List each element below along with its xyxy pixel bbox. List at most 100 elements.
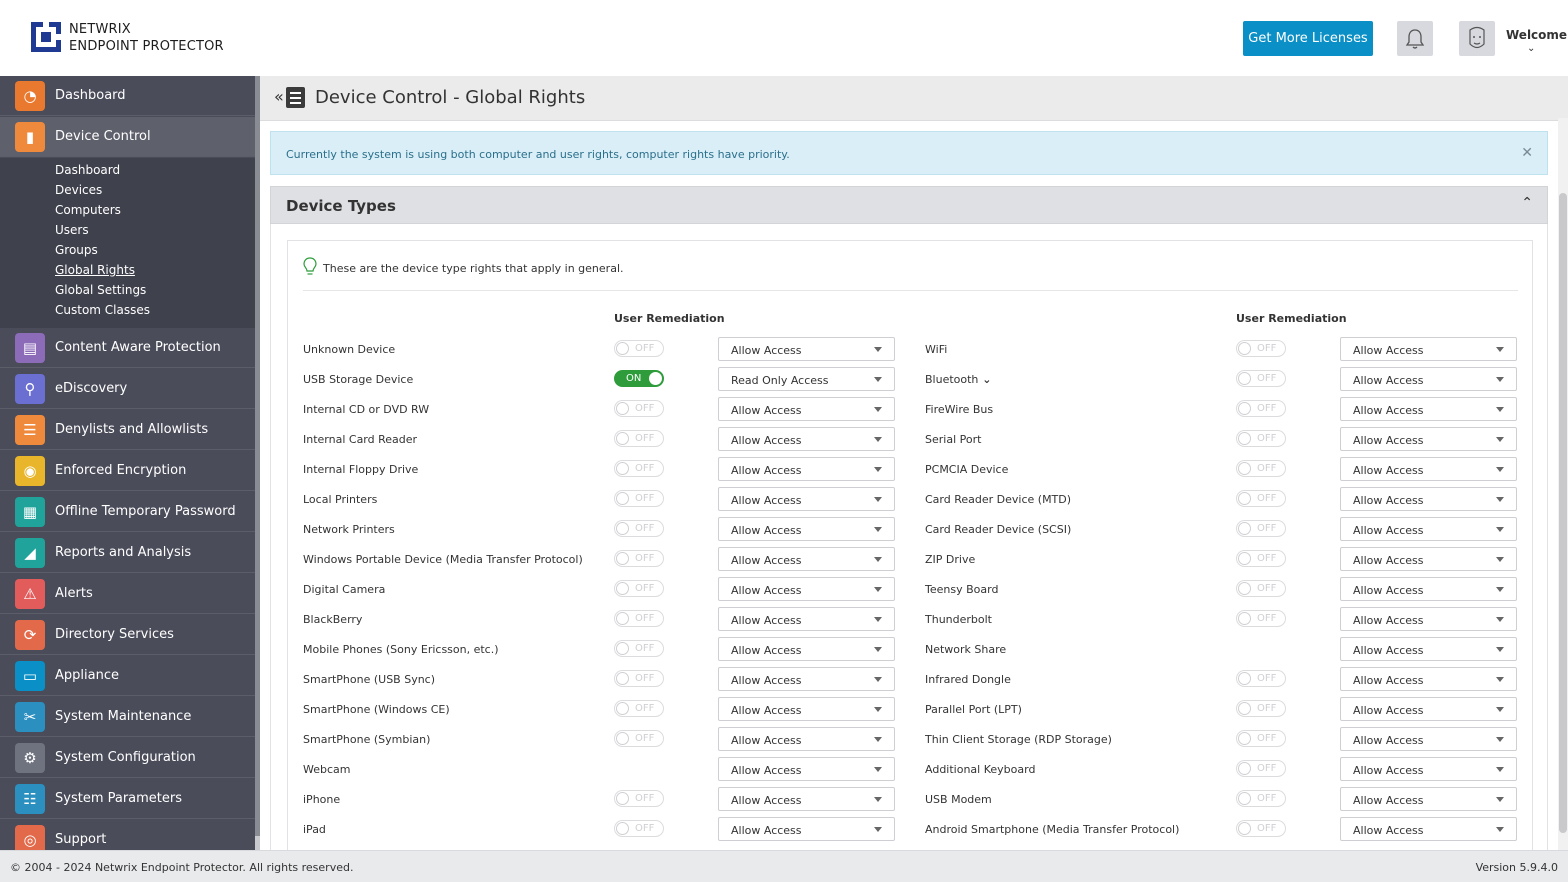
access-level-select[interactable]: Allow Access [718,487,895,511]
user-remediation-toggle[interactable]: OFF [1236,460,1286,477]
user-remediation-toggle[interactable]: OFF [1236,400,1286,417]
user-remediation-toggle[interactable]: OFF [614,790,664,807]
submenu-dashboard[interactable]: Dashboard [55,163,120,177]
user-remediation-toggle[interactable]: OFF [614,430,664,447]
user-remediation-toggle[interactable]: OFF [614,820,664,837]
chevron-down-icon[interactable]: ⌄ [978,373,991,386]
access-level-select[interactable]: Allow Access [718,397,895,421]
access-level-select[interactable]: Allow Access [1340,547,1517,571]
access-level-select[interactable]: Allow Access [1340,817,1517,841]
sidebar-item-ediscovery[interactable]: ⚲ eDiscovery [0,369,255,409]
access-level-select[interactable]: Allow Access [1340,727,1517,751]
sidebar-item-directory-services[interactable]: ⟳ Directory Services [0,615,255,655]
user-remediation-toggle[interactable]: OFF [1236,730,1286,747]
close-icon[interactable]: ✕ [1521,145,1533,161]
user-remediation-toggle[interactable]: OFF [1236,370,1286,387]
access-level-select[interactable]: Allow Access [1340,517,1517,541]
access-level-select[interactable]: Allow Access [718,427,895,451]
access-level-select[interactable]: Allow Access [1340,397,1517,421]
access-level-select[interactable]: Allow Access [718,457,895,481]
user-remediation-toggle[interactable]: OFF [1236,520,1286,537]
access-level-select[interactable]: Allow Access [1340,757,1517,781]
user-remediation-toggle[interactable]: OFF [614,520,664,537]
submenu-custom-classes[interactable]: Custom Classes [55,303,150,317]
access-level-select[interactable]: Allow Access [718,697,895,721]
access-level-select[interactable]: Allow Access [718,547,895,571]
submenu-computers[interactable]: Computers [55,203,121,217]
access-level-select[interactable]: Allow Access [1340,337,1517,361]
access-level-select[interactable]: Allow Access [718,817,895,841]
user-remediation-toggle[interactable]: OFF [1236,610,1286,627]
access-level-select[interactable]: Allow Access [718,577,895,601]
collapse-sidebar-icon[interactable]: « [274,87,284,106]
access-level-select[interactable]: Allow Access [1340,577,1517,601]
user-remediation-toggle[interactable]: OFF [614,550,664,567]
access-level-select[interactable]: Allow Access [1340,427,1517,451]
sidebar-item-reports-and-analysis[interactable]: ◢ Reports and Analysis [0,533,255,573]
access-level-select[interactable]: Allow Access [718,337,895,361]
submenu-users[interactable]: Users [55,223,89,237]
device-types-panel-header[interactable]: Device Types ⌃ [270,186,1548,224]
submenu-groups[interactable]: Groups [55,243,98,257]
submenu-devices[interactable]: Devices [55,183,102,197]
user-remediation-toggle[interactable]: OFF [614,580,664,597]
netwrix-logo[interactable] [31,22,61,52]
access-level-select[interactable]: Allow Access [1340,787,1517,811]
sidebar-item-appliance[interactable]: ▭ Appliance [0,656,255,696]
user-remediation-toggle[interactable]: ON [614,370,664,387]
sidebar-item-enforced-encryption[interactable]: ◉ Enforced Encryption [0,451,255,491]
sidebar-item-system-configuration[interactable]: ⚙ System Configuration [0,738,255,778]
user-remediation-toggle[interactable]: OFF [614,610,664,627]
sidebar-item-system-maintenance[interactable]: ✂ System Maintenance [0,697,255,737]
user-remediation-toggle[interactable]: OFF [1236,760,1286,777]
sidebar-item-alerts[interactable]: ⚠ Alerts [0,574,255,614]
welcome-menu[interactable]: Welcome [1506,28,1567,42]
user-remediation-toggle[interactable]: OFF [1236,430,1286,447]
access-level-select[interactable]: Read Only Access [718,367,895,391]
access-level-select[interactable]: Allow Access [1340,667,1517,691]
user-remediation-toggle[interactable]: OFF [1236,790,1286,807]
user-remediation-toggle[interactable]: OFF [1236,700,1286,717]
chevron-down-icon[interactable]: ⌄ [1527,43,1535,54]
access-level-select[interactable]: Allow Access [1340,697,1517,721]
menu-icon[interactable] [286,87,305,108]
access-level-select[interactable]: Allow Access [718,787,895,811]
notifications-button[interactable] [1397,21,1433,56]
user-remediation-toggle[interactable]: OFF [1236,490,1286,507]
sidebar-item-support[interactable]: ◎ Support [0,820,255,850]
sidebar-item-offline-temporary-password[interactable]: ▦ Offline Temporary Password [0,492,255,532]
access-level-select[interactable]: Allow Access [1340,637,1517,661]
get-more-licenses-button[interactable]: Get More Licenses [1243,21,1373,56]
user-remediation-toggle[interactable]: OFF [614,460,664,477]
main-scrollbar[interactable] [1558,118,1568,850]
chevron-up-icon[interactable]: ⌃ [1521,195,1533,211]
user-remediation-toggle[interactable]: OFF [614,640,664,657]
user-remediation-toggle[interactable]: OFF [614,730,664,747]
access-level-select[interactable]: Allow Access [718,727,895,751]
access-level-select[interactable]: Allow Access [718,637,895,661]
access-level-select[interactable]: Allow Access [718,517,895,541]
user-avatar[interactable] [1459,21,1495,56]
submenu-global-settings[interactable]: Global Settings [55,283,146,297]
sidebar-item-content-aware-protection[interactable]: ▤ Content Aware Protection [0,328,255,368]
user-remediation-toggle[interactable]: OFF [1236,820,1286,837]
submenu-global-rights[interactable]: Global Rights [55,263,135,277]
device-type-label[interactable]: Bluetooth ⌄ [925,373,991,386]
user-remediation-toggle[interactable]: OFF [1236,550,1286,567]
user-remediation-toggle[interactable]: OFF [614,670,664,687]
access-level-select[interactable]: Allow Access [718,757,895,781]
access-level-select[interactable]: Allow Access [718,607,895,631]
user-remediation-toggle[interactable]: OFF [614,340,664,357]
user-remediation-toggle[interactable]: OFF [614,490,664,507]
sidebar-item-dashboard[interactable]: ◔ Dashboard [0,76,255,116]
access-level-select[interactable]: Allow Access [1340,367,1517,391]
main-scrollbar-thumb[interactable] [1559,193,1567,833]
sidebar-item-denylists[interactable]: ☰ Denylists and Allowlists [0,410,255,450]
access-level-select[interactable]: Allow Access [1340,607,1517,631]
access-level-select[interactable]: Allow Access [718,667,895,691]
sidebar-item-device-control[interactable]: ▮ Device Control [0,117,255,157]
user-remediation-toggle[interactable]: OFF [1236,580,1286,597]
access-level-select[interactable]: Allow Access [1340,487,1517,511]
sidebar-item-system-parameters[interactable]: ☷ System Parameters [0,779,255,819]
access-level-select[interactable]: Allow Access [1340,457,1517,481]
